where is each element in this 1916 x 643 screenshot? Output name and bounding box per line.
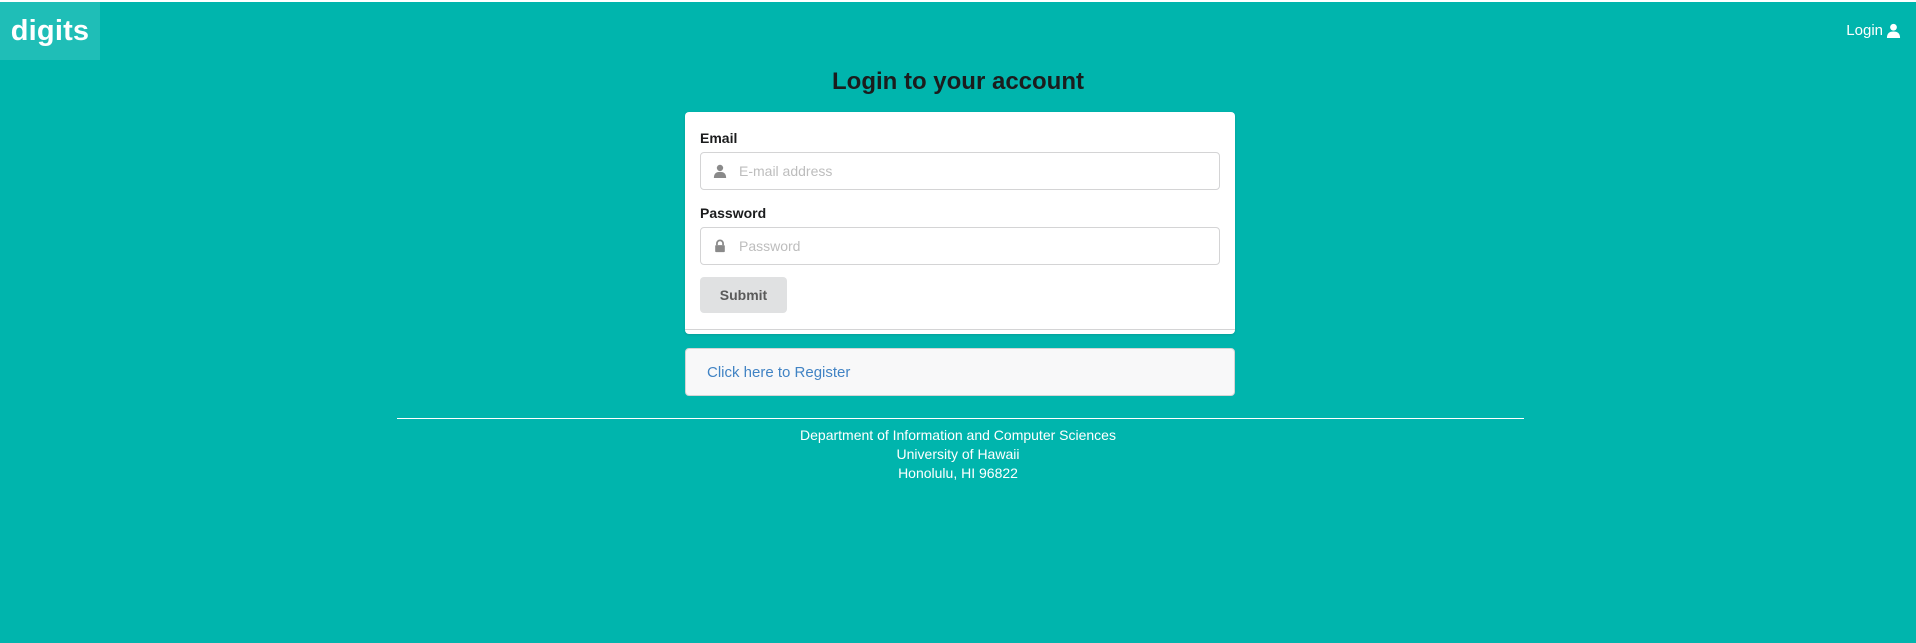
password-input[interactable] — [739, 229, 1219, 263]
password-label: Password — [700, 205, 767, 221]
footer-university: University of Hawaii — [896, 446, 1020, 462]
page-title: Login to your account — [832, 68, 1084, 95]
top-navbar: digits Login — [0, 2, 1916, 60]
footer-divider — [397, 418, 1524, 419]
password-field[interactable] — [700, 227, 1220, 265]
email-label: Email — [700, 130, 738, 146]
nav-login-menu[interactable]: Login — [1846, 22, 1901, 39]
footer: Department of Information and Computer S… — [0, 426, 1916, 483]
email-input[interactable] — [739, 154, 1219, 188]
submit-button[interactable]: Submit — [700, 277, 787, 313]
nav-login-label: Login — [1846, 22, 1883, 39]
user-icon — [701, 153, 739, 189]
register-message: Click here to Register — [685, 348, 1235, 396]
footer-department: Department of Information and Computer S… — [800, 427, 1116, 443]
user-icon — [1886, 23, 1901, 38]
email-field[interactable] — [700, 152, 1220, 190]
footer-address: Honolulu, HI 96822 — [898, 465, 1018, 481]
brand-logo[interactable]: digits — [0, 2, 100, 60]
register-link[interactable]: Click here to Register — [707, 364, 850, 381]
login-form: Email Password Submit — [685, 112, 1235, 334]
lock-icon — [701, 228, 739, 264]
